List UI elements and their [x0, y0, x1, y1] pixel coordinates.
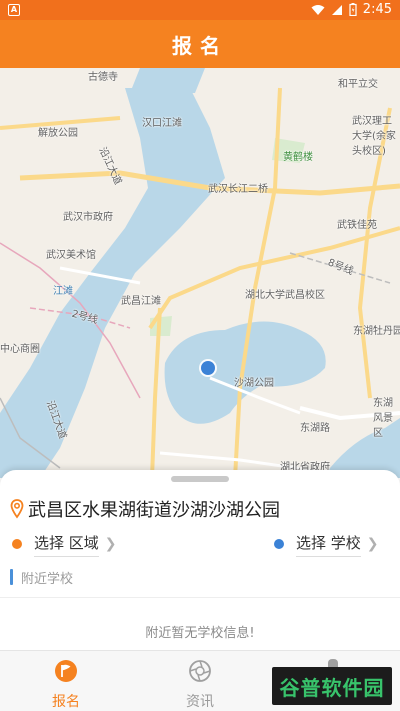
drag-handle[interactable]	[171, 476, 229, 482]
map-label: 沙湖公园	[234, 378, 274, 389]
map-label: 古德寺	[88, 72, 118, 83]
map-label: 汉口江滩	[142, 118, 182, 129]
map-label: 东湖牡丹园	[353, 326, 400, 337]
region-dot-icon	[12, 539, 22, 549]
page-title: 报名	[172, 33, 228, 58]
clock: 2:45	[362, 2, 392, 17]
map-label: 和平立交	[338, 79, 378, 90]
status-icons: 2:45	[311, 2, 392, 17]
empty-message: 附近暂无学校信息!	[145, 626, 255, 641]
tab-signup[interactable]: 报名	[26, 659, 106, 711]
map-label: 武汉美术馆	[46, 250, 96, 261]
status-bar: A 2:45	[0, 0, 400, 20]
flag-icon	[55, 660, 77, 682]
selector-row: 选择 区域 ❯ 选择 学校 ❯	[0, 530, 400, 558]
signal-icon	[331, 4, 342, 15]
map-label: 武铁佳苑	[337, 220, 377, 231]
wifi-icon	[311, 4, 325, 15]
map-view[interactable]: 古德寺 和平立交 汉口江滩 武汉理工大学(余家头校区) 解放公园 沿江大道 黄鹤…	[0, 68, 400, 478]
watermark-logo: 谷普软件园	[272, 667, 392, 705]
battery-icon	[349, 3, 357, 16]
section-indicator	[10, 569, 13, 585]
school-select[interactable]: 选择 学校 ❯	[274, 530, 379, 558]
nearby-schools-title: 附近学校	[21, 571, 74, 587]
divider	[0, 597, 400, 598]
map-label: 黄鹤楼	[283, 152, 313, 163]
chevron-right-icon: ❯	[104, 536, 117, 552]
camera-shutter-icon	[189, 660, 211, 682]
watermark-text: 谷普软件园	[279, 675, 385, 700]
region-select-label: 选择 区域	[34, 532, 99, 557]
tab-signup-label: 报名	[52, 694, 80, 710]
address-text: 武昌区水果湖街道沙湖沙湖公园	[28, 500, 280, 521]
tab-news[interactable]: 资讯	[160, 659, 240, 711]
nearby-schools-header: 附近学校	[10, 566, 73, 588]
map-label: 武汉长江二桥	[208, 184, 268, 195]
map-label: 东湖路	[300, 423, 330, 434]
notification-icon: A	[8, 4, 20, 16]
tab-news-label: 资讯	[186, 694, 214, 710]
map-label: 东湖风景区	[373, 398, 393, 439]
location-panel: 武昌区水果湖街道沙湖沙湖公园 选择 区域 ❯ 选择 学校 ❯ 附近学校 附近暂无…	[0, 470, 400, 650]
location-pin-icon	[10, 499, 24, 519]
map-label: 武汉市政府	[63, 212, 113, 223]
map-label: 解放公园	[38, 128, 78, 139]
school-select-label: 选择 学校	[296, 532, 361, 557]
map-label: 武昌江滩	[121, 296, 161, 307]
map-label: 江滩	[53, 286, 73, 297]
region-select[interactable]: 选择 区域 ❯	[12, 530, 117, 558]
app-header: 报名	[0, 20, 400, 68]
current-address: 武昌区水果湖街道沙湖沙湖公园	[10, 496, 390, 522]
school-dot-icon	[274, 539, 284, 549]
map-label: 武汉理工大学(余家头校区)	[352, 116, 396, 157]
map-label: 湖北大学武昌校区	[245, 290, 325, 301]
chevron-right-icon: ❯	[366, 536, 379, 552]
map-label: 中心商圈	[0, 344, 40, 355]
